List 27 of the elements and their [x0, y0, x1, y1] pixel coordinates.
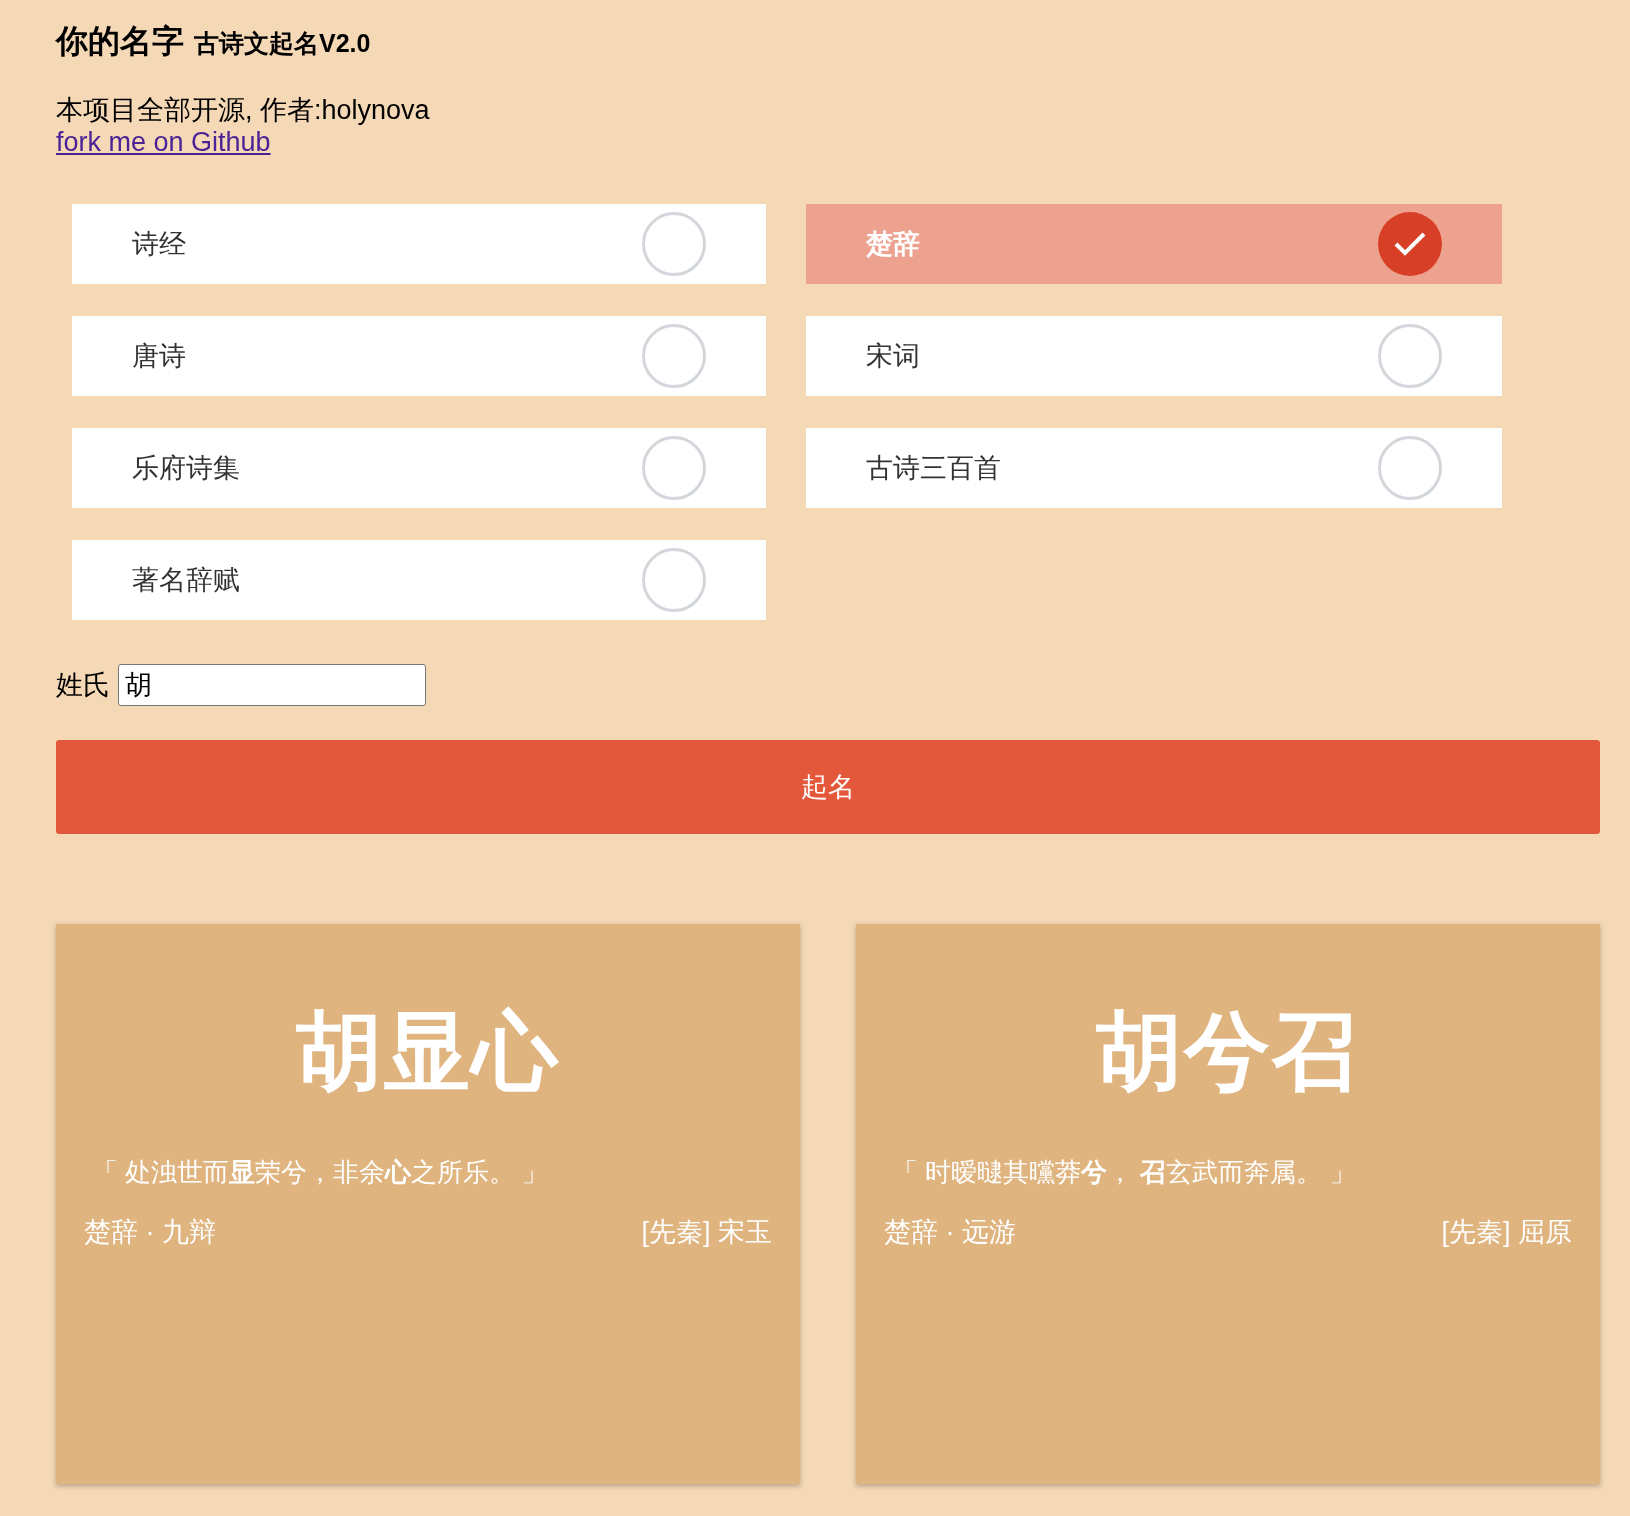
app-subtitle: 古诗文起名V2.0 — [194, 28, 371, 59]
generate-button[interactable]: 起名 — [56, 740, 1600, 834]
poem-quote: 「 处浊世而显荣兮，非余心之所乐。 」 — [91, 1156, 550, 1189]
book-option[interactable]: 乐府诗集 — [72, 428, 766, 508]
generated-name: 胡兮召 — [1095, 1002, 1361, 1101]
poem-author: [先秦] 宋玉 — [641, 1216, 772, 1249]
surname-input[interactable]: 胡 — [118, 664, 426, 706]
poem-source: 楚辞 · 九辩 — [84, 1216, 216, 1249]
book-option[interactable]: 古诗三百首 — [806, 428, 1502, 508]
book-option[interactable]: 诗经 — [72, 204, 766, 284]
surname-label: 姓氏 — [56, 669, 110, 702]
author-info: 本项目全部开源, 作者:holynova — [56, 94, 431, 126]
book-option[interactable]: 著名辞赋 — [72, 540, 766, 620]
github-link[interactable]: fork me on Github — [56, 126, 271, 158]
generated-name: 胡显心 — [295, 1002, 561, 1101]
radio-circle-icon — [642, 212, 706, 276]
radio-circle-icon — [642, 548, 706, 612]
radio-circle-icon — [642, 436, 706, 500]
book-option[interactable]: 宋词 — [806, 316, 1502, 396]
radio-circle-icon — [642, 324, 706, 388]
radio-circle-icon — [1378, 436, 1442, 500]
poem-source: 楚辞 · 远游 — [884, 1216, 1016, 1249]
poem-quote: 「 时暧曃其曭莽兮， 召玄武而奔属。 」 — [891, 1156, 1357, 1189]
app-title: 你的名字 — [56, 22, 184, 61]
radio-circle-icon — [1378, 324, 1442, 388]
poem-author: [先秦] 屈原 — [1441, 1216, 1572, 1249]
book-option[interactable]: 唐诗 — [72, 316, 766, 396]
